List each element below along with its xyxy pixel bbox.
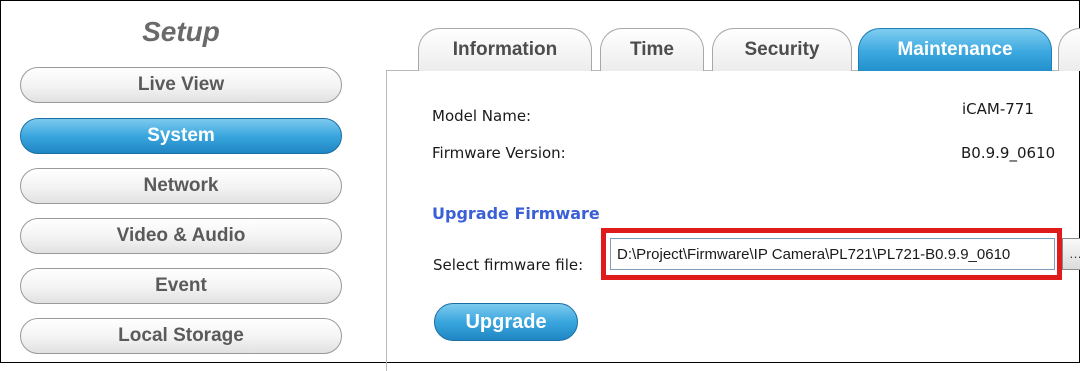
highlight-box <box>601 228 1062 280</box>
model-name-label: Model Name: <box>432 107 532 125</box>
firmware-version-value: B0.9.9_0610 <box>961 144 1056 162</box>
sidebar-item-system[interactable]: System <box>20 118 342 154</box>
sidebar-title: Setup <box>142 16 220 47</box>
sidebar-item-event[interactable]: Event <box>20 268 342 304</box>
firmware-version-label: Firmware Version: <box>432 144 566 162</box>
browse-button[interactable]: … <box>1062 238 1080 270</box>
upgrade-button[interactable]: Upgrade <box>434 303 578 341</box>
tab-information[interactable]: Information <box>418 28 592 71</box>
sidebar-item-local-storage[interactable]: Local Storage <box>20 318 342 354</box>
upgrade-firmware-heading: Upgrade Firmware <box>432 204 600 223</box>
browse-icon: … <box>1069 246 1080 261</box>
model-name-value: iCAM-771 <box>962 100 1034 118</box>
select-firmware-label: Select firmware file: <box>433 256 584 274</box>
sidebar-item-video-audio[interactable]: Video & Audio <box>20 218 342 254</box>
tab-maintenance[interactable]: Maintenance <box>858 28 1052 71</box>
sidebar-item-live-view[interactable]: Live View <box>20 67 342 103</box>
sidebar-item-network[interactable]: Network <box>20 168 342 204</box>
tab-security[interactable]: Security <box>712 28 852 71</box>
tab-time[interactable]: Time <box>600 28 704 71</box>
